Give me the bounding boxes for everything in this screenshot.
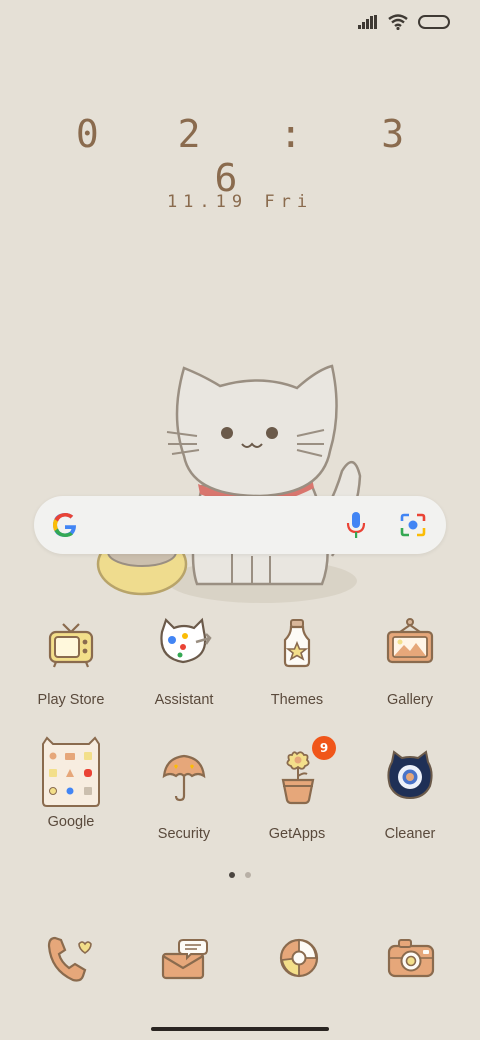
app-gallery[interactable]: Gallery [355,614,465,708]
clock-time[interactable]: 0 2 : 3 6 [0,112,480,200]
signal-icon [358,15,377,29]
app-label: Gallery [387,692,433,708]
app-assistant[interactable]: Assistant [129,614,239,708]
messages-icon[interactable] [155,930,215,990]
app-cleaner[interactable]: Cleaner [355,748,465,842]
app-google-folder[interactable]: Google [16,736,126,830]
app-label: Themes [270,692,324,708]
app-label: Security [157,826,211,842]
notification-badge: 9 [312,736,336,760]
app-themes[interactable]: Themes [242,614,352,708]
battery-icon [418,15,450,29]
page-dot-active [229,872,235,878]
app-label: Cleaner [384,826,436,842]
gallery-icon [386,618,434,664]
app-label: Assistant [154,692,214,708]
app-label: GetApps [268,826,326,842]
google-folder-icon [42,736,100,807]
status-bar [358,14,450,30]
themes-icon [283,619,311,668]
wifi-icon [388,14,408,30]
cat-wallpaper [96,364,362,603]
app-security[interactable]: Security [129,748,239,842]
google-search-bar[interactable] [34,496,446,554]
app-label: Google [47,814,95,830]
page-indicator [0,872,480,878]
camera-icon[interactable] [381,930,441,990]
gesture-bar[interactable] [151,1027,329,1031]
browser-icon[interactable] [269,930,329,990]
assistant-icon [160,617,212,664]
security-icon [162,754,206,802]
clock-date[interactable]: 11.19 Fri [0,192,480,212]
play-store-icon [48,623,94,668]
page-dot [245,872,251,878]
lens-icon[interactable] [400,513,426,537]
app-play-store[interactable]: Play Store [16,614,126,708]
phone-icon[interactable] [39,930,99,990]
app-getapps[interactable]: 9 GetApps [242,736,352,842]
google-logo[interactable] [50,510,80,540]
cleaner-icon [387,750,433,800]
app-label: Play Store [37,692,105,708]
microphone-icon[interactable] [346,511,366,539]
